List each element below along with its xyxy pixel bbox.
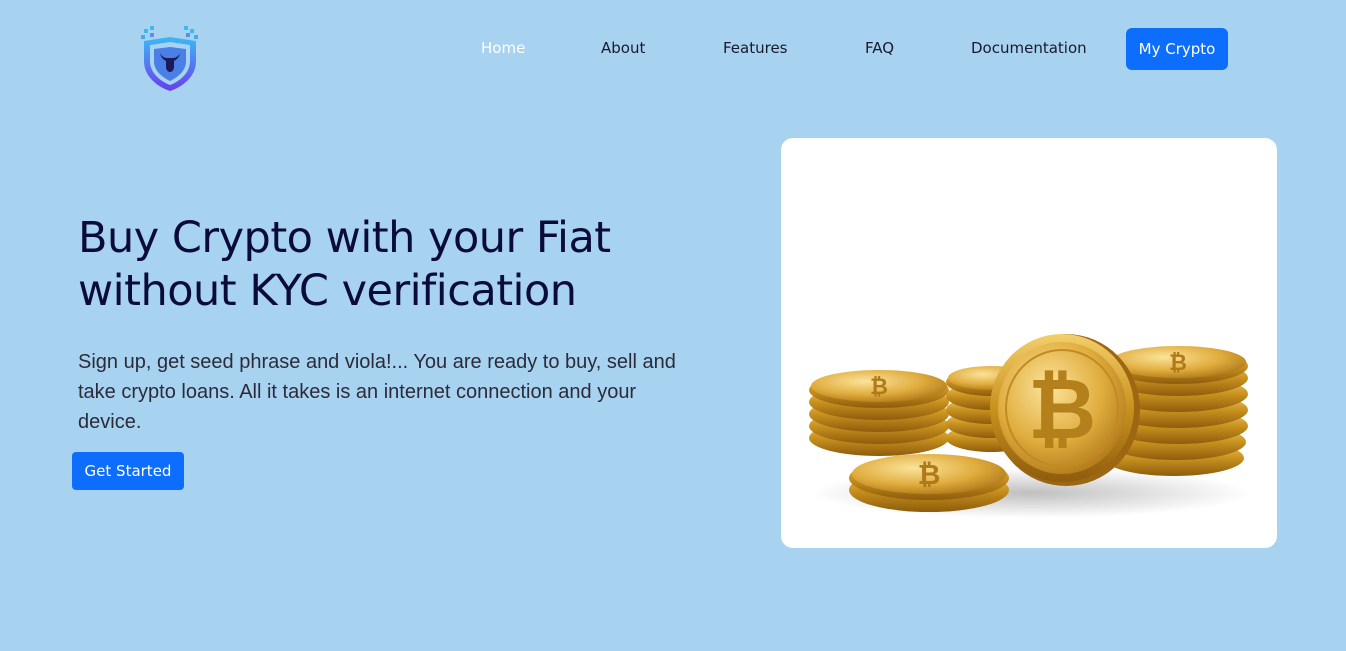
nav-item-home[interactable]: Home xyxy=(481,39,525,57)
main-nav: Home About Features FAQ Documentation My… xyxy=(0,0,1346,100)
hero-title-line-2: without KYC verification xyxy=(78,266,577,316)
hero-title-line-1: Buy Crypto with your Fiat xyxy=(78,213,611,263)
coin-front: ₿ xyxy=(849,454,1009,512)
coin-stack-left: ₿ xyxy=(809,370,949,456)
svg-text:₿: ₿ xyxy=(1028,360,1096,458)
svg-text:₿: ₿ xyxy=(1169,351,1187,376)
hero-description: Sign up, get seed phrase and viola!... Y… xyxy=(78,351,676,433)
hero-image-card: ₿ ₿ ₿ ₿ xyxy=(781,138,1277,548)
get-started-button[interactable]: Get Started xyxy=(72,452,184,490)
nav-item-about[interactable]: About xyxy=(601,39,645,57)
bitcoin-coins-icon: ₿ ₿ ₿ ₿ xyxy=(809,334,1251,518)
coin-standing: ₿ xyxy=(990,334,1140,486)
nav-item-faq[interactable]: FAQ xyxy=(865,39,894,57)
nav-item-documentation[interactable]: Documentation xyxy=(971,39,1087,57)
my-crypto-button[interactable]: My Crypto xyxy=(1126,28,1228,70)
svg-text:₿: ₿ xyxy=(918,458,941,491)
hero-title: Buy Crypto with your Fiat without KYC ve… xyxy=(78,212,698,318)
nav-item-features[interactable]: Features xyxy=(723,39,788,57)
svg-text:₿: ₿ xyxy=(870,375,888,400)
